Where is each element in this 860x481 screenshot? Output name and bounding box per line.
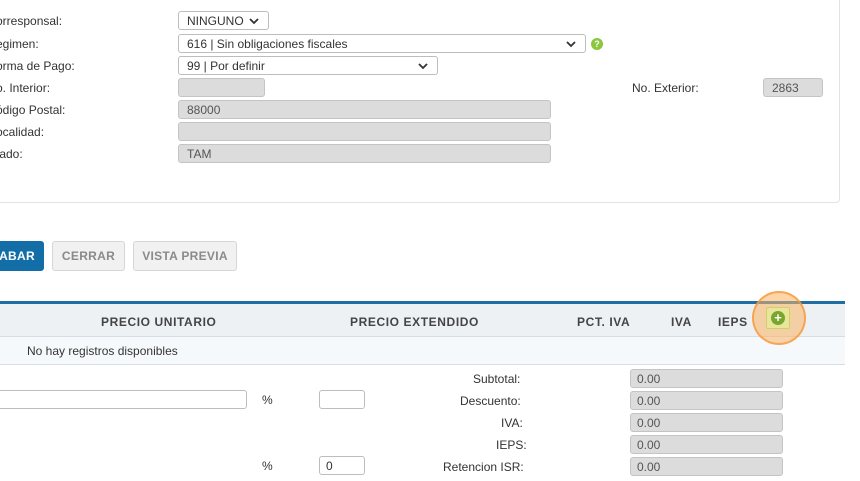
- iva-value: 0.00: [630, 413, 783, 432]
- localidad-field[interactable]: [178, 122, 551, 141]
- vista-previa-button[interactable]: VISTA PREVIA: [133, 241, 237, 271]
- column-iva[interactable]: IVA: [671, 315, 692, 329]
- empty-message: No hay registros disponibles: [27, 344, 178, 358]
- chevron-down-icon: [249, 17, 259, 24]
- estado-field[interactable]: TAM: [178, 144, 551, 163]
- descuento-value: 0.00: [630, 391, 783, 410]
- no-exterior-label: No. Exterior:: [632, 81, 699, 95]
- codigo-postal-field[interactable]: 88000: [178, 100, 551, 119]
- corresponsal-label: orresponsal:: [0, 14, 63, 28]
- ieps-label: IEPS:: [496, 438, 527, 452]
- no-interior-label: o. Interior:: [0, 81, 51, 95]
- retencion-isr-label: Retencion ISR:: [443, 460, 524, 474]
- grid-empty-row: No hay registros disponibles: [0, 337, 845, 365]
- cerrar-button[interactable]: CERRAR: [52, 241, 125, 271]
- column-pct-iva[interactable]: PCT. IVA: [577, 315, 630, 329]
- column-precio-unitario[interactable]: PRECIO UNITARIO: [101, 315, 216, 329]
- help-icon[interactable]: ?: [591, 38, 603, 50]
- localidad-label: ocalidad:: [0, 125, 45, 139]
- no-interior-field[interactable]: [178, 78, 265, 97]
- forma-pago-select[interactable]: 99 | Por definir: [178, 56, 438, 75]
- subtotal-value: 0.00: [630, 369, 783, 388]
- retencion-isr-value: 0.00: [630, 457, 783, 476]
- ieps-value: 0.00: [630, 435, 783, 454]
- column-precio-extendido[interactable]: PRECIO EXTENDIDO: [350, 315, 479, 329]
- iva-label: IVA:: [501, 416, 523, 430]
- grid-header: PRECIO UNITARIO PRECIO EXTENDIDO PCT. IV…: [0, 301, 845, 337]
- retencion-percent-input[interactable]: 0: [319, 456, 365, 475]
- forma-pago-label: orma de Pago:: [0, 59, 75, 73]
- descuento-label: Descuento:: [460, 394, 521, 408]
- column-ieps[interactable]: IEPS: [718, 315, 748, 329]
- descuento-percent-input[interactable]: [319, 390, 365, 409]
- chevron-down-icon: [418, 62, 428, 69]
- corresponsal-value: NINGUNO: [187, 13, 244, 28]
- plus-circle-icon: +: [771, 311, 785, 325]
- corresponsal-select[interactable]: NINGUNO: [178, 11, 269, 30]
- add-row-button[interactable]: +: [766, 307, 790, 329]
- percent-symbol: %: [262, 393, 273, 407]
- chevron-down-icon: [566, 40, 576, 47]
- codigo-postal-label: ódigo Postal:: [0, 103, 66, 117]
- forma-pago-value: 99 | Por definir: [187, 58, 265, 73]
- regimen-label: egimen:: [0, 37, 39, 51]
- grabar-button[interactable]: ABAR: [0, 241, 44, 271]
- regimen-select[interactable]: 616 | Sin obligaciones fiscales: [178, 34, 586, 53]
- descuento-text-input[interactable]: [0, 390, 247, 409]
- subtotal-label: Subtotal:: [473, 372, 521, 386]
- no-exterior-field[interactable]: 2863: [763, 78, 823, 97]
- regimen-value: 616 | Sin obligaciones fiscales: [187, 36, 348, 51]
- estado-label: tado:: [0, 147, 23, 161]
- percent-symbol: %: [262, 459, 273, 473]
